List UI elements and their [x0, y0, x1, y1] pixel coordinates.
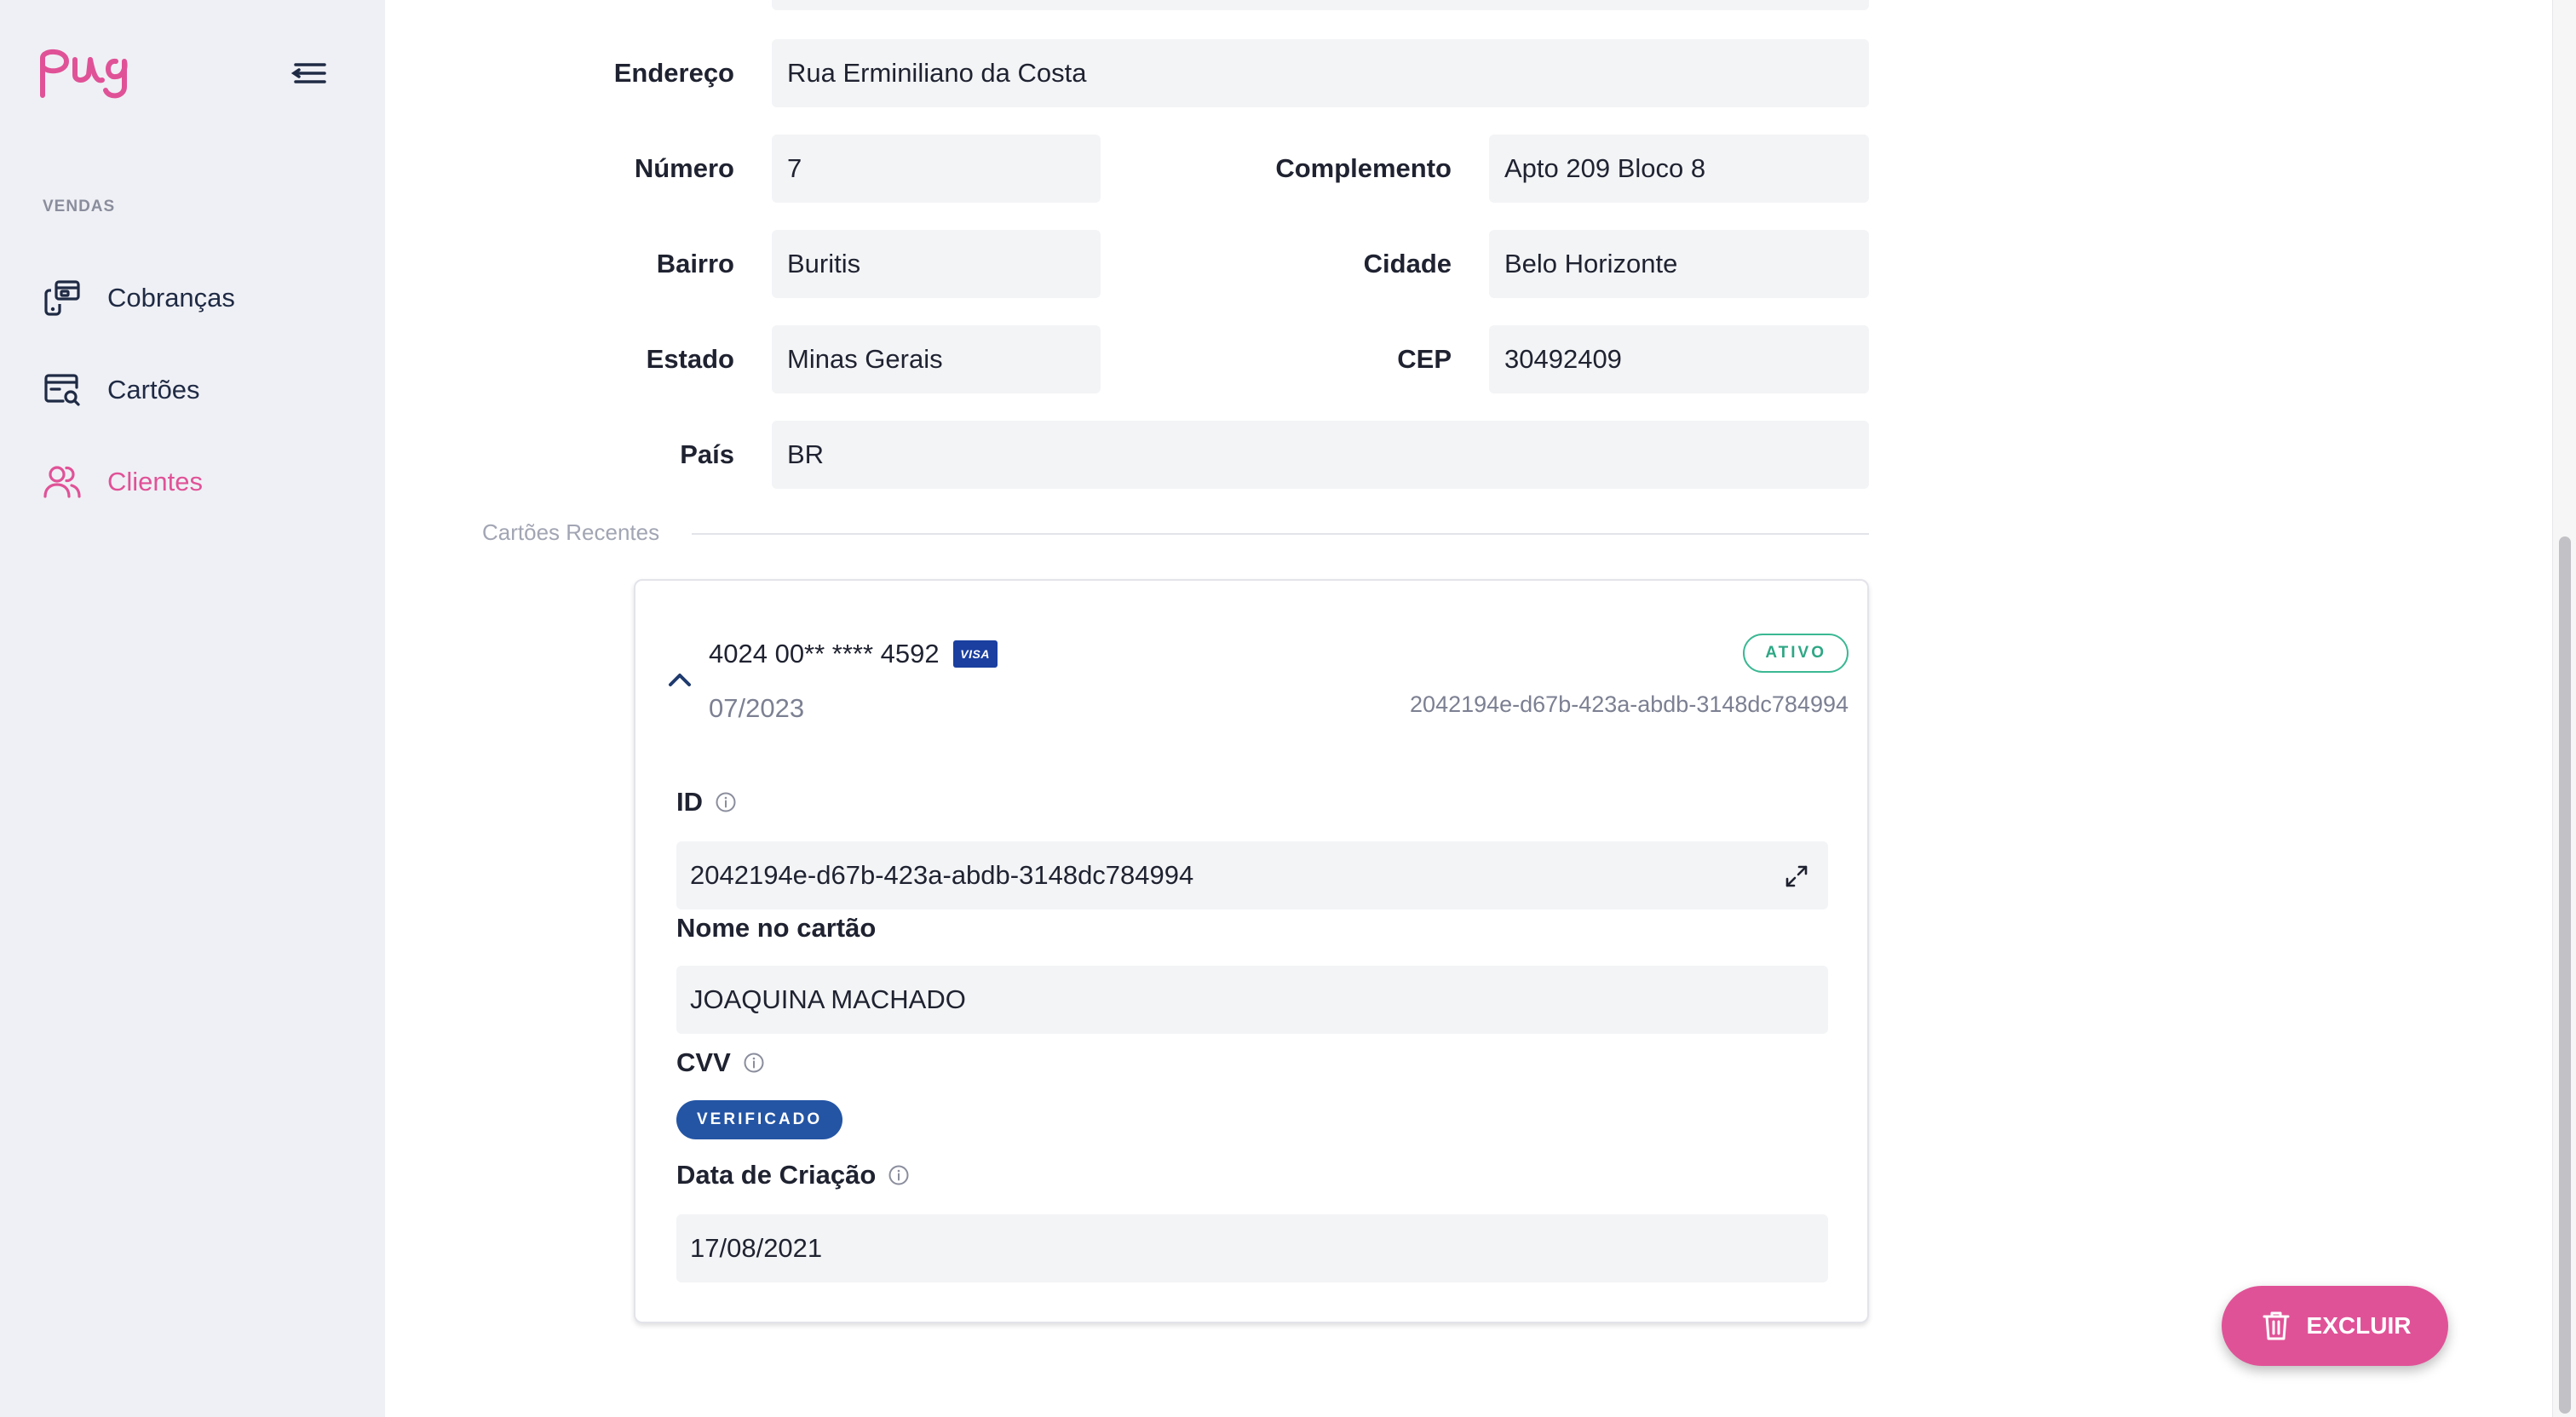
cidade-label: Cidade: [1363, 249, 1452, 278]
sidebar-item-label: Cobranças: [107, 283, 235, 313]
created-label-row: Data de Criação: [676, 1160, 910, 1190]
section-divider: [692, 533, 1869, 535]
section-label-vendas: VENDAS: [43, 198, 116, 215]
chevron-up-icon: [669, 674, 691, 686]
menu-collapse-icon: [290, 63, 326, 83]
card-search-icon: [41, 369, 83, 411]
created-label: Data de Criação: [676, 1160, 877, 1190]
id-field[interactable]: 2042194e-d67b-423a-abdb-3148dc784994: [676, 841, 1828, 909]
complemento-label: Complemento: [1275, 153, 1452, 183]
card-name-field[interactable]: JOAQUINA MACHADO: [676, 966, 1828, 1034]
cep-field[interactable]: 30492409: [1489, 325, 1869, 393]
visa-brand-icon: VISA: [952, 640, 998, 668]
id-label: ID: [676, 787, 703, 817]
users-icon: [41, 461, 83, 503]
sidebar: VENDAS Cobranças Cartões Clientes: [0, 0, 385, 1417]
card-expiry: 07/2023: [709, 693, 805, 723]
estado-label: Estado: [646, 344, 734, 374]
card-id-summary: 2042194e-d67b-423a-abdb-3148dc784994: [1410, 691, 1849, 717]
cep-label: CEP: [1397, 344, 1452, 374]
cidade-field[interactable]: Belo Horizonte: [1489, 230, 1869, 298]
cvv-label-row: CVV: [676, 1047, 765, 1078]
status-badge: ATIVO: [1743, 634, 1849, 673]
numero-field[interactable]: 7: [772, 135, 1101, 203]
estado-field[interactable]: Minas Gerais: [772, 325, 1101, 393]
scrollbar-thumb[interactable]: [2559, 536, 2571, 1414]
trash-icon: [2259, 1309, 2293, 1343]
collapse-card-button[interactable]: [666, 669, 693, 690]
card-number-row: 4024 00** **** 4592 VISA: [709, 639, 998, 669]
pais-label: País: [680, 439, 734, 469]
created-date-field[interactable]: 17/08/2021: [676, 1214, 1828, 1282]
complemento-field[interactable]: Apto 209 Bloco 8: [1489, 135, 1869, 203]
charges-icon: [41, 277, 83, 319]
delete-button[interactable]: EXCLUIR: [2222, 1286, 2448, 1366]
info-icon[interactable]: [743, 1052, 765, 1074]
id-value: 2042194e-d67b-423a-abdb-3148dc784994: [690, 860, 1194, 890]
recent-cards-heading: Cartões Recentes: [482, 519, 660, 545]
recent-card-panel: 4024 00** **** 4592 VISA 07/2023 ATIVO 2…: [634, 579, 1869, 1323]
pais-field[interactable]: BR: [772, 421, 1869, 489]
sidebar-item-cobrancas[interactable]: Cobranças: [41, 271, 348, 325]
pug-logo[interactable]: [37, 43, 145, 102]
cvv-status-badge: VERIFICADO: [676, 1100, 843, 1139]
sidebar-item-cartoes[interactable]: Cartões: [41, 363, 348, 417]
card-number: 4024 00** **** 4592: [709, 639, 940, 668]
menu-collapse-button[interactable]: [286, 54, 331, 92]
expand-icon[interactable]: [1784, 863, 1809, 889]
sidebar-item-label: Cartões: [107, 375, 200, 404]
bairro-field[interactable]: Buritis: [772, 230, 1101, 298]
sidebar-item-clientes[interactable]: Clientes: [41, 455, 348, 509]
info-icon[interactable]: [888, 1164, 910, 1186]
sidebar-item-label: Clientes: [107, 467, 203, 496]
endereco-field[interactable]: Rua Erminiliano da Costa: [772, 39, 1869, 107]
delete-label: EXCLUIR: [2306, 1312, 2412, 1339]
name-label: Nome no cartão: [676, 913, 877, 943]
numero-label: Número: [634, 153, 734, 183]
previous-field-box[interactable]: [772, 0, 1869, 10]
info-icon[interactable]: [715, 791, 737, 813]
id-label-row: ID: [676, 787, 737, 818]
cvv-label: CVV: [676, 1047, 731, 1077]
endereco-label: Endereço: [613, 58, 734, 88]
bairro-label: Bairro: [656, 249, 734, 278]
